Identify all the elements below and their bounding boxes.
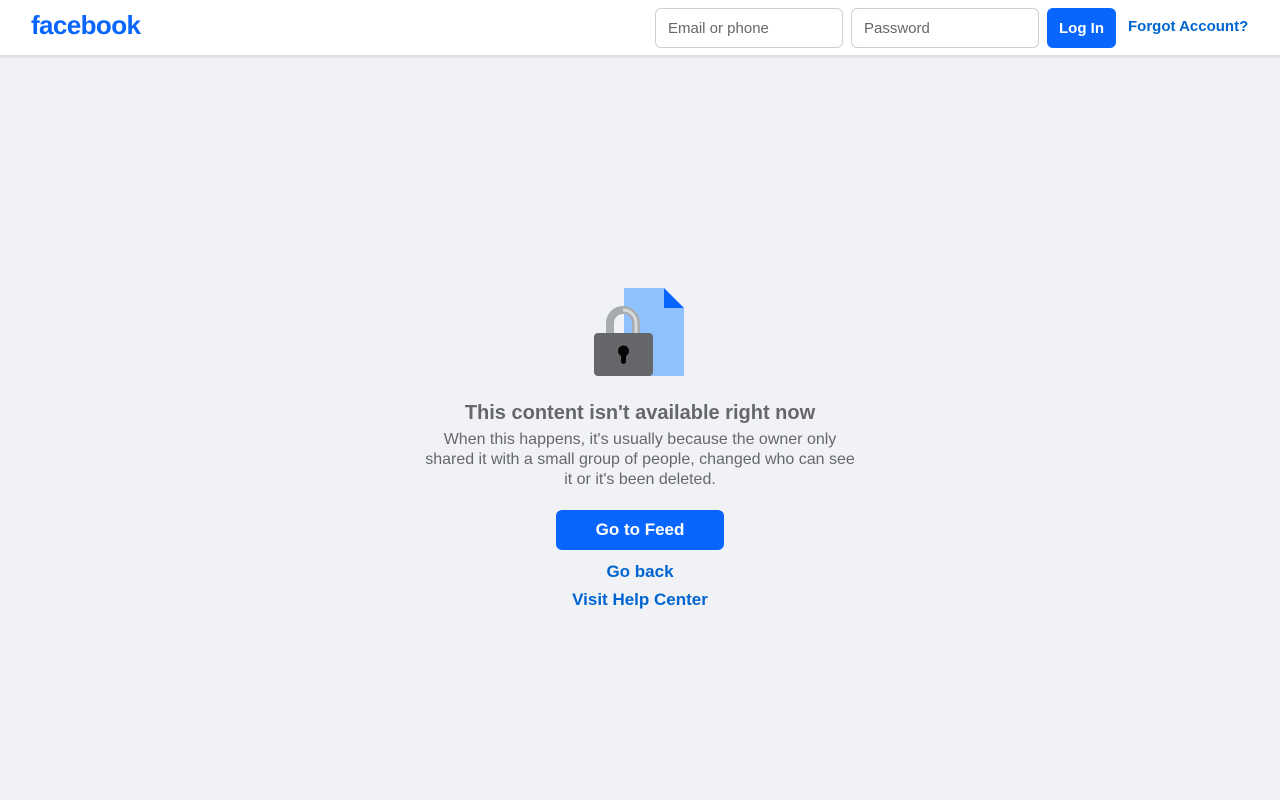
visit-help-center-link[interactable]: Visit Help Center <box>440 590 840 610</box>
go-back-link[interactable]: Go back <box>440 562 840 582</box>
locked-document-icon <box>590 286 690 378</box>
unavailable-headline: This content isn't available right now <box>464 402 816 424</box>
password-input[interactable] <box>851 8 1039 48</box>
forgot-account-link[interactable]: Forgot Account? <box>1128 18 1248 35</box>
top-navigation-bar: facebook Log In Forgot Account? <box>0 0 1280 56</box>
email-or-phone-input[interactable] <box>655 8 843 48</box>
facebook-logo[interactable]: facebook <box>31 10 141 41</box>
unavailable-description: When this happens, it's usually because … <box>425 431 855 488</box>
log-in-button[interactable]: Log In <box>1047 8 1116 48</box>
go-to-feed-button[interactable]: Go to Feed <box>556 510 724 550</box>
